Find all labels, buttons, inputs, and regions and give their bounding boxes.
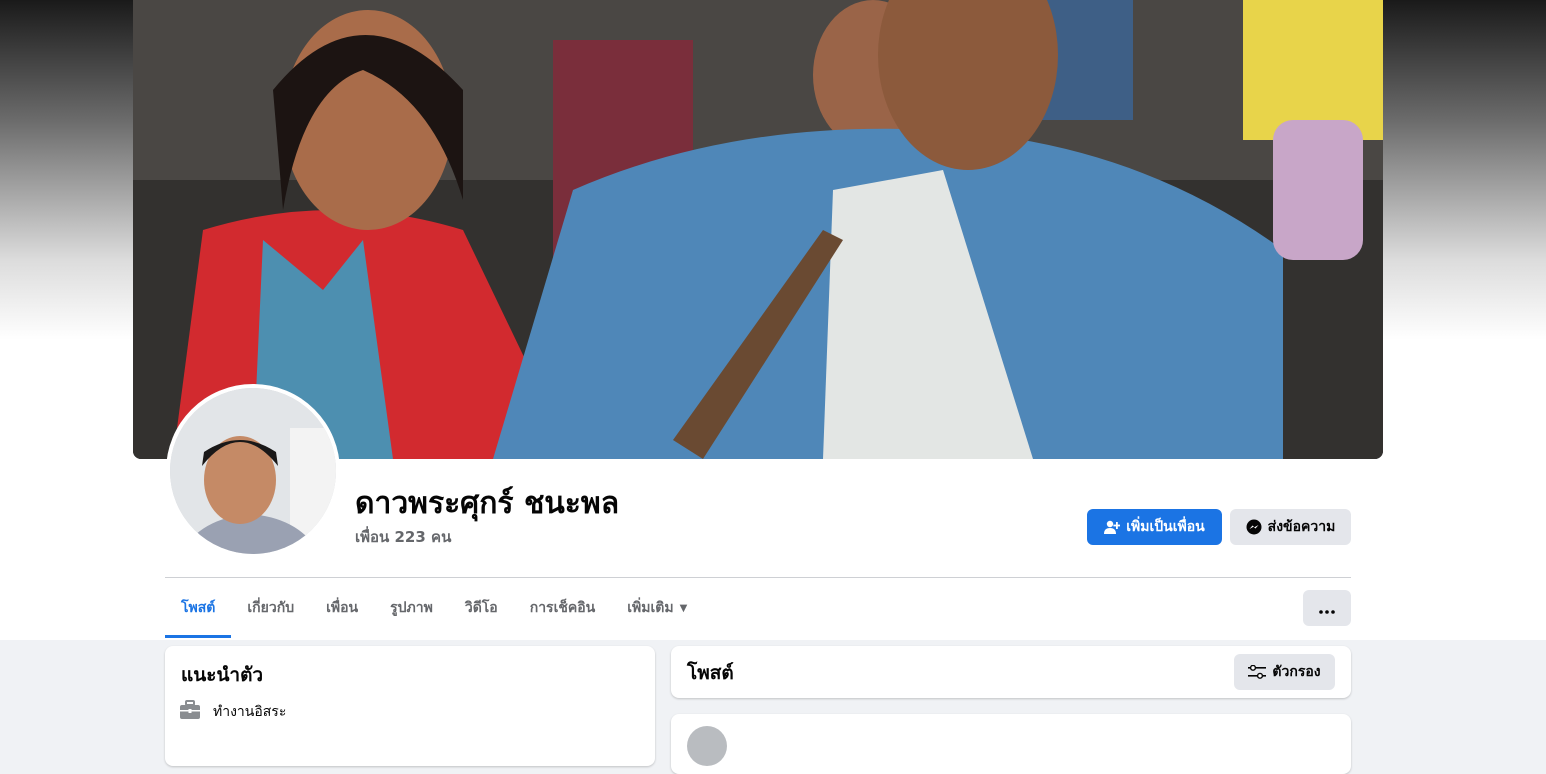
- filter-button[interactable]: ตัวกรอง: [1234, 654, 1335, 690]
- profile-name: ดาวพระศุกร์ ชนะพล: [355, 486, 620, 521]
- more-options-button[interactable]: [1303, 590, 1351, 626]
- cover-photo[interactable]: [133, 0, 1383, 459]
- profile-avatar[interactable]: [170, 388, 336, 554]
- tab-label: รูปภาพ: [390, 600, 433, 616]
- tab-posts[interactable]: โพสต์: [165, 578, 232, 638]
- post-card: [671, 714, 1351, 774]
- tab-label: วิดีโอ: [464, 600, 498, 616]
- intro-card: แนะนำตัว ทำงานอิสระ: [165, 646, 655, 766]
- filter-label: ตัวกรอง: [1272, 664, 1321, 680]
- tab-videos[interactable]: วิดีโอ: [449, 578, 514, 638]
- profile-tabs: โพสต์ เกี่ยวกับ เพื่อน รูปภาพ วิดีโอ การ…: [165, 578, 703, 638]
- friend-count[interactable]: เพื่อน 223 คน: [355, 525, 451, 549]
- messenger-icon: [1246, 519, 1262, 535]
- intro-title: แนะนำตัว: [181, 664, 264, 686]
- intro-work-row: ทำงานอิสระ: [179, 700, 286, 724]
- tab-label: เกี่ยวกับ: [247, 600, 295, 616]
- message-label: ส่งข้อความ: [1267, 519, 1336, 535]
- tab-more[interactable]: เพิ่มเติม ▼: [611, 578, 703, 638]
- message-button[interactable]: ส่งข้อความ: [1230, 509, 1351, 545]
- post-author-avatar[interactable]: [687, 726, 727, 766]
- ellipsis-icon: [1319, 599, 1335, 618]
- tab-photos[interactable]: รูปภาพ: [374, 578, 449, 638]
- tab-about[interactable]: เกี่ยวกับ: [231, 578, 310, 638]
- add-friend-button[interactable]: เพิ่มเป็นเพื่อน: [1087, 509, 1222, 545]
- tab-label: เพื่อน: [326, 600, 359, 616]
- caret-down-icon: ▼: [679, 602, 688, 614]
- tab-checkins[interactable]: การเช็คอิน: [514, 578, 612, 638]
- add-friend-label: เพิ่มเป็นเพื่อน: [1126, 519, 1205, 535]
- add-user-icon: [1104, 519, 1121, 535]
- tab-label: เพิ่มเติม: [627, 600, 674, 616]
- tab-friends[interactable]: เพื่อน: [310, 578, 374, 638]
- intro-work-text: ทำงานอิสระ: [213, 704, 287, 720]
- filter-icon: [1248, 665, 1267, 679]
- posts-title: โพสต์: [687, 662, 734, 684]
- briefcase-icon: [179, 700, 201, 724]
- tab-label: การเช็คอิน: [529, 600, 596, 616]
- posts-header-card: โพสต์ ตัวกรอง: [671, 646, 1351, 698]
- tab-label: โพสต์: [181, 600, 216, 616]
